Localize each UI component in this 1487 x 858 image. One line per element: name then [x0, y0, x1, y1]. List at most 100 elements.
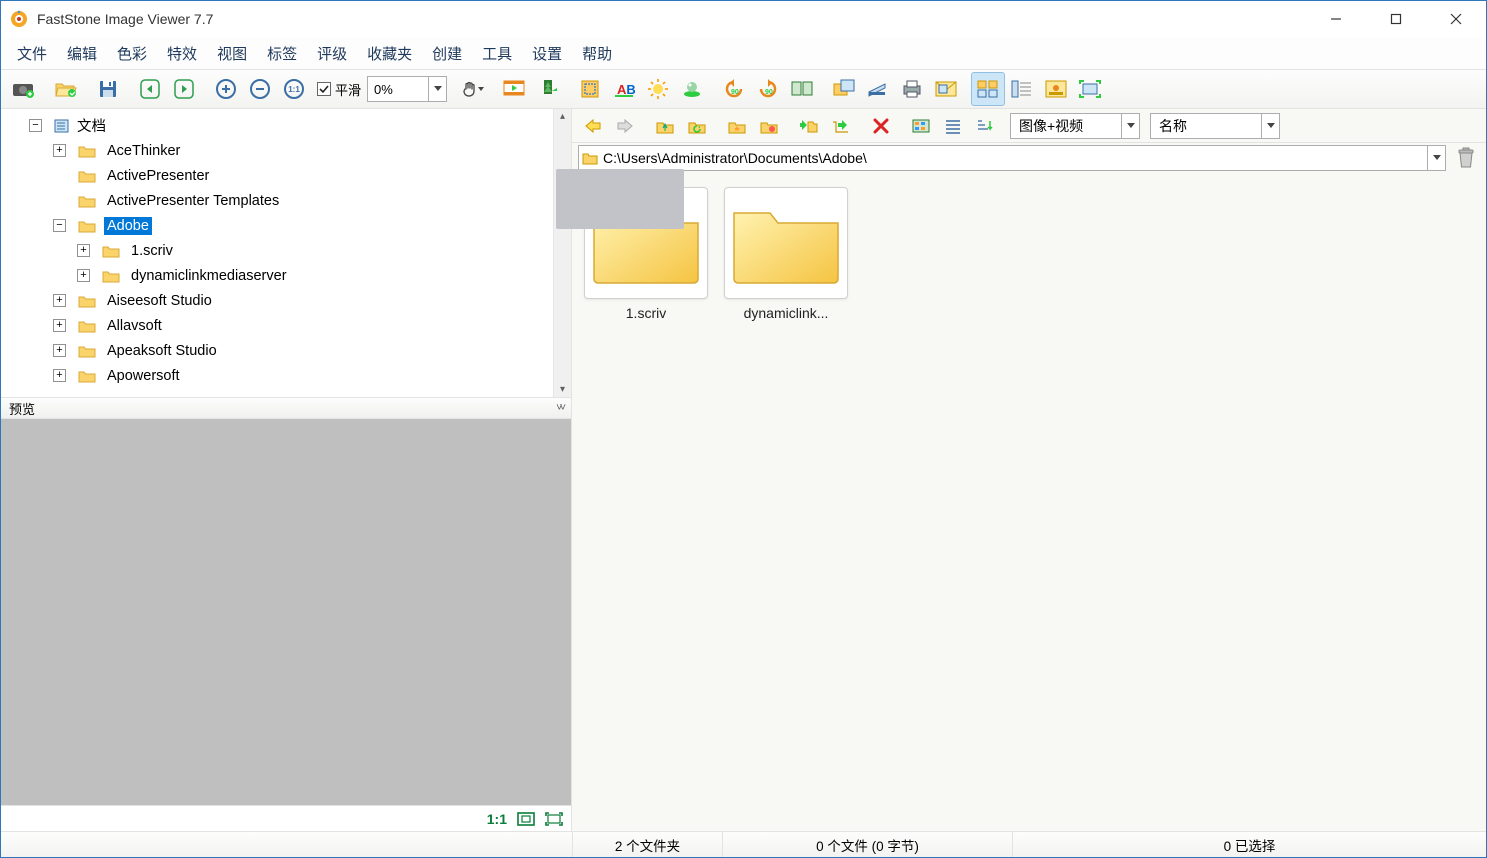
fullscreen-icon[interactable]	[1073, 72, 1107, 106]
expand-plus-icon[interactable]: +	[77, 244, 90, 257]
hand-tool-icon[interactable]	[455, 72, 489, 106]
sort-icon[interactable]	[970, 112, 1000, 140]
single-view-icon[interactable]	[1039, 72, 1073, 106]
smooth-checkbox[interactable]: 平滑	[311, 80, 367, 99]
tree-item[interactable]: +Apowersoft	[29, 363, 553, 388]
move-to-icon[interactable]	[826, 112, 856, 140]
expand-plus-icon[interactable]: +	[77, 269, 90, 282]
list-icon[interactable]	[938, 112, 968, 140]
menu-edit[interactable]: 编辑	[57, 39, 107, 68]
favorite-folder-icon[interactable]	[722, 112, 752, 140]
preview-full-icon[interactable]	[545, 812, 563, 826]
zoom-actual-icon[interactable]: 1:1	[277, 72, 311, 106]
expand-plus-icon[interactable]: +	[53, 144, 66, 157]
path-input[interactable]	[601, 150, 1427, 166]
thumbnail-item[interactable]: dynamiclink...	[722, 187, 850, 321]
tree-item[interactable]: −Adobe	[29, 213, 553, 238]
thumbnail-area[interactable]: 1.scrivdynamiclink...	[572, 177, 1486, 831]
scroll-down-icon[interactable]: ▾	[554, 384, 571, 395]
expand-plus-icon[interactable]: +	[53, 369, 66, 382]
menu-color[interactable]: 色彩	[107, 39, 157, 68]
compare-icon[interactable]	[785, 72, 819, 106]
preview-collapse-icon[interactable]: ˅˅	[556, 402, 563, 414]
tree-item[interactable]: +dynamiclinkmediaserver	[29, 263, 553, 288]
menu-favorites[interactable]: 收藏夹	[357, 39, 422, 68]
expand-minus-icon[interactable]: −	[29, 119, 42, 132]
menu-settings[interactable]: 设置	[522, 39, 572, 68]
adjust-lighting-icon[interactable]	[641, 72, 675, 106]
select-all-icon[interactable]	[906, 112, 936, 140]
wallpaper-icon[interactable]	[531, 72, 565, 106]
tree-item[interactable]: +1.scriv	[29, 238, 553, 263]
preview-fit-icon[interactable]	[517, 812, 535, 826]
sort-combo[interactable]: 名称	[1150, 113, 1280, 139]
folder-tree[interactable]: − 文档 +AceThinkerActivePresenterActivePre…	[1, 109, 571, 397]
clone-icon[interactable]	[827, 72, 861, 106]
sort-dropdown-icon[interactable]	[1261, 114, 1279, 138]
refresh-icon[interactable]	[682, 112, 712, 140]
close-button[interactable]	[1426, 1, 1486, 37]
thumbnail-view-icon[interactable]	[971, 72, 1005, 106]
tree-item[interactable]: +Apeaksoft Studio	[29, 338, 553, 363]
slideshow-icon[interactable]	[497, 72, 531, 106]
go-up-icon[interactable]	[650, 112, 680, 140]
capture-icon[interactable]	[7, 72, 41, 106]
nav-back-icon[interactable]	[578, 112, 608, 140]
filter-combo[interactable]: 图像+视频	[1010, 113, 1140, 139]
text-icon[interactable]: AB	[607, 72, 641, 106]
menu-file[interactable]: 文件	[7, 39, 57, 68]
menu-view[interactable]: 视图	[207, 39, 257, 68]
zoom-value-input[interactable]	[368, 77, 428, 101]
scroll-thumb[interactable]	[556, 169, 684, 229]
zoom-in-icon[interactable]	[209, 72, 243, 106]
email-icon[interactable]	[929, 72, 963, 106]
expand-minus-icon[interactable]: −	[53, 219, 66, 232]
scroll-up-icon[interactable]: ▴	[554, 111, 571, 122]
minimize-button[interactable]	[1306, 1, 1366, 37]
recycle-bin-icon[interactable]	[1452, 144, 1480, 172]
folder-icon	[78, 319, 96, 333]
tree-item[interactable]: + Aiseesoft Studio	[29, 288, 553, 313]
copy-to-icon[interactable]	[794, 112, 824, 140]
expand-plus-icon[interactable]: +	[53, 294, 66, 307]
tree-item[interactable]: ActivePresenter Templates	[29, 188, 553, 213]
print-icon[interactable]	[895, 72, 929, 106]
rotate-right-icon[interactable]: 90	[751, 72, 785, 106]
rotate-left-icon[interactable]: 90	[717, 72, 751, 106]
path-combo[interactable]	[578, 145, 1446, 171]
save-icon[interactable]	[91, 72, 125, 106]
tree-item[interactable]: ActivePresenter	[29, 163, 553, 188]
zoom-dropdown-icon[interactable]	[428, 77, 446, 101]
expand-plus-icon[interactable]: +	[53, 319, 66, 332]
zoom-combo[interactable]	[367, 76, 447, 102]
document-folder-icon	[54, 118, 70, 134]
menu-tools[interactable]: 工具	[472, 39, 522, 68]
preview-title: 预览	[9, 399, 35, 418]
menu-effects[interactable]: 特效	[157, 39, 207, 68]
tag-folder-icon[interactable]	[754, 112, 784, 140]
zoom-out-icon[interactable]	[243, 72, 277, 106]
maximize-button[interactable]	[1366, 1, 1426, 37]
tree-scrollbar[interactable]: ▴ ▾	[553, 109, 571, 397]
scanner-icon[interactable]	[861, 72, 895, 106]
tree-item[interactable]: +AceThinker	[29, 138, 553, 163]
tree-root[interactable]: − 文档	[29, 113, 553, 138]
open-icon[interactable]	[49, 72, 83, 106]
filter-dropdown-icon[interactable]	[1121, 114, 1139, 138]
expand-plus-icon[interactable]: +	[53, 344, 66, 357]
delete-icon[interactable]	[866, 112, 896, 140]
nav-forward-icon[interactable]	[610, 112, 640, 140]
menu-tags[interactable]: 标签	[257, 39, 307, 68]
color-adjust-icon[interactable]	[675, 72, 709, 106]
forward-icon[interactable]	[167, 72, 201, 106]
detail-view-icon[interactable]	[1005, 72, 1039, 106]
menu-help[interactable]: 帮助	[572, 39, 622, 68]
path-dropdown-icon[interactable]	[1427, 146, 1445, 170]
menu-rating[interactable]: 评级	[307, 39, 357, 68]
tree-item[interactable]: +Allavsoft	[29, 313, 553, 338]
tree-item-label: Aiseesoft Studio	[104, 292, 215, 310]
back-icon[interactable]	[133, 72, 167, 106]
crop-icon[interactable]	[573, 72, 607, 106]
sort-value: 名称	[1151, 116, 1261, 136]
menu-create[interactable]: 创建	[422, 39, 472, 68]
